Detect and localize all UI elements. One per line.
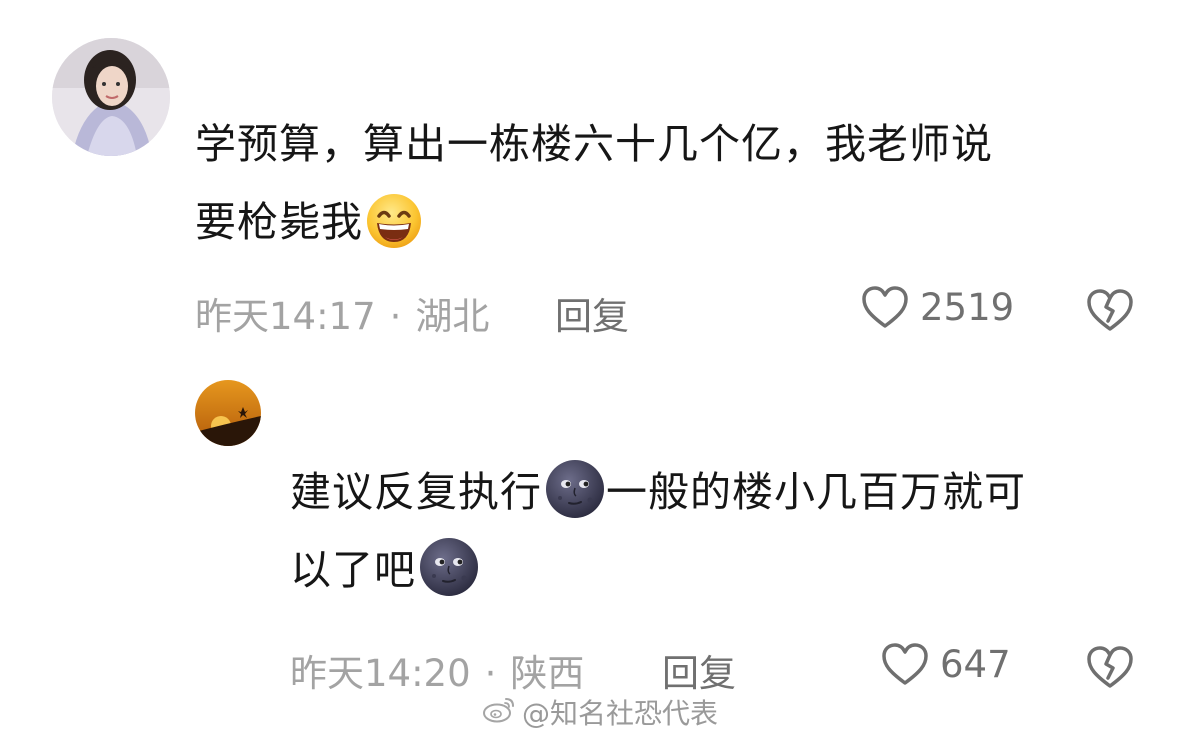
timestamp: 昨天14:20 xyxy=(290,652,471,695)
separator: · xyxy=(484,652,497,695)
weibo-logo-icon xyxy=(482,695,516,730)
location: 湖北 xyxy=(415,295,490,338)
grinning-sweat-emoji-icon xyxy=(365,192,423,250)
like-count: 2519 xyxy=(920,285,1015,329)
dislike-button[interactable] xyxy=(1085,287,1135,333)
heart-icon xyxy=(880,641,930,687)
comment-line: 建议反复执行 xyxy=(290,468,542,516)
comment-meta: 昨天14:20 · 陕西 xyxy=(290,643,584,697)
comment-line: 要枪毙我 xyxy=(195,198,363,246)
comment-line: 一般的楼小几百万就可 xyxy=(606,468,1026,516)
avatar[interactable] xyxy=(52,38,170,156)
new-moon-face-icon xyxy=(544,458,606,520)
like-count: 647 xyxy=(940,642,1011,686)
broken-heart-icon xyxy=(1085,644,1135,690)
comment-line: 以了吧 xyxy=(290,546,416,594)
timestamp: 昨天14:17 xyxy=(195,295,376,338)
watermark-text: @知名社恐代表 xyxy=(522,697,719,730)
dislike-button[interactable] xyxy=(1085,644,1135,690)
like-button[interactable]: 2519 xyxy=(860,284,1014,330)
reply-button[interactable]: 回复 xyxy=(555,286,629,340)
avatar[interactable] xyxy=(195,380,261,446)
comment-text: 学预算，算出一栋楼六十几个亿，我老师说 要枪毙我 xyxy=(195,105,1135,261)
heart-icon xyxy=(860,284,910,330)
separator: · xyxy=(389,295,402,338)
broken-heart-icon xyxy=(1085,287,1135,333)
new-moon-face-icon xyxy=(418,536,480,598)
comment-line: 学预算，算出一栋楼六十几个亿，我老师说 xyxy=(195,120,993,168)
comment-meta: 昨天14:17 · 湖北 xyxy=(195,286,489,340)
location: 陕西 xyxy=(510,652,585,695)
watermark: @知名社恐代表 xyxy=(482,692,718,732)
like-button[interactable]: 647 xyxy=(880,641,1011,687)
reply-button[interactable]: 回复 xyxy=(662,643,736,697)
comment-text: 建议反复执行 一般的楼小几百万就可 以了吧 xyxy=(290,453,1150,609)
